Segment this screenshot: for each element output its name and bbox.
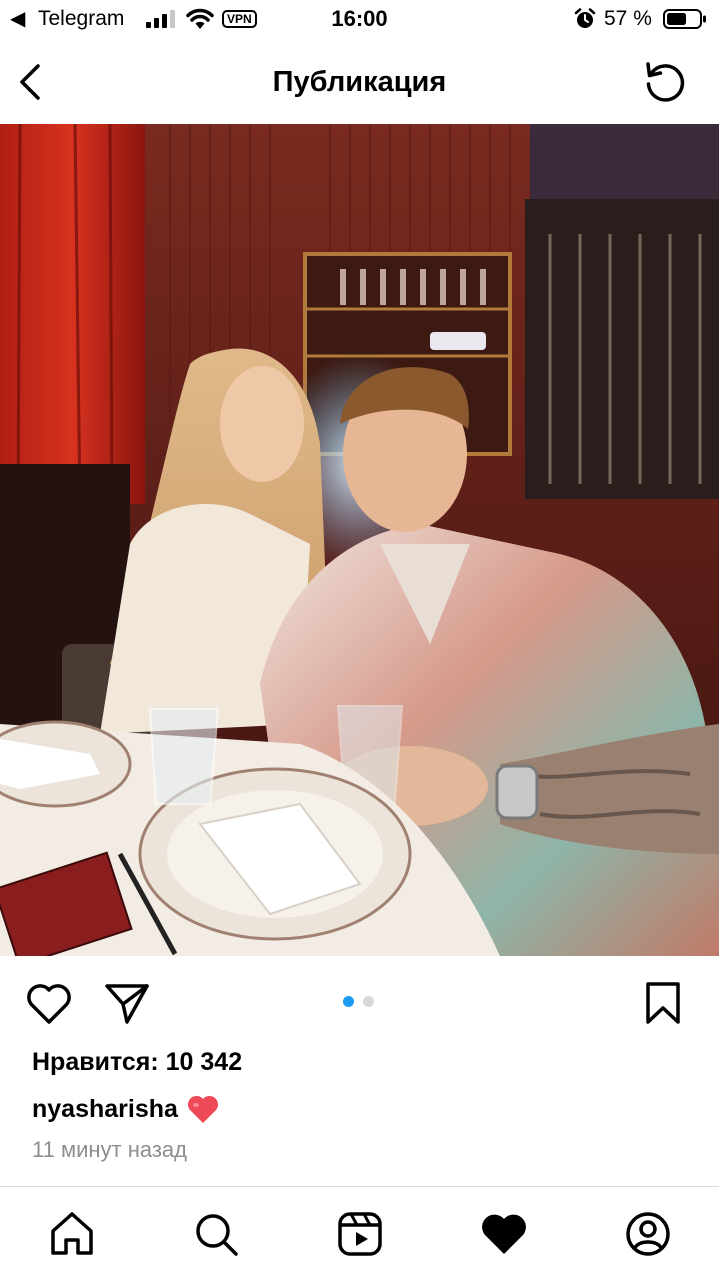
post-header: Публикация — [0, 40, 719, 124]
profile-icon[interactable] — [623, 1209, 673, 1259]
red-heart-emoji-icon — [187, 1095, 218, 1123]
heart-outline-icon[interactable] — [24, 980, 74, 1026]
home-icon[interactable] — [47, 1209, 97, 1259]
post-caption: nyasharisha — [32, 1093, 220, 1125]
search-icon[interactable] — [191, 1209, 241, 1259]
carousel-dot — [363, 996, 374, 1007]
battery-percent: 57 % — [604, 7, 652, 30]
caption-username[interactable]: nyasharisha — [32, 1094, 178, 1124]
bookmark-icon[interactable] — [640, 980, 686, 1026]
bottom-nav — [0, 1186, 719, 1280]
photo-illustration — [0, 124, 719, 956]
carousel-indicator — [343, 996, 383, 1008]
page-title: Публикация — [272, 66, 447, 98]
likes-count[interactable]: Нравится: 10 342 — [32, 1047, 242, 1077]
post-photo[interactable] — [0, 124, 719, 956]
activity-heart-icon[interactable] — [479, 1209, 529, 1259]
status-bar: ◀ Telegram VPN 16:00 57 % — [0, 0, 719, 40]
post-actions — [0, 956, 719, 1046]
battery-icon — [663, 9, 706, 29]
alarm-icon — [574, 8, 596, 28]
carousel-dot-active — [343, 996, 354, 1007]
post-timestamp: 11 минут назад — [32, 1137, 187, 1162]
refresh-icon[interactable] — [640, 56, 690, 106]
reels-icon[interactable] — [335, 1209, 385, 1259]
send-icon[interactable] — [103, 980, 151, 1026]
